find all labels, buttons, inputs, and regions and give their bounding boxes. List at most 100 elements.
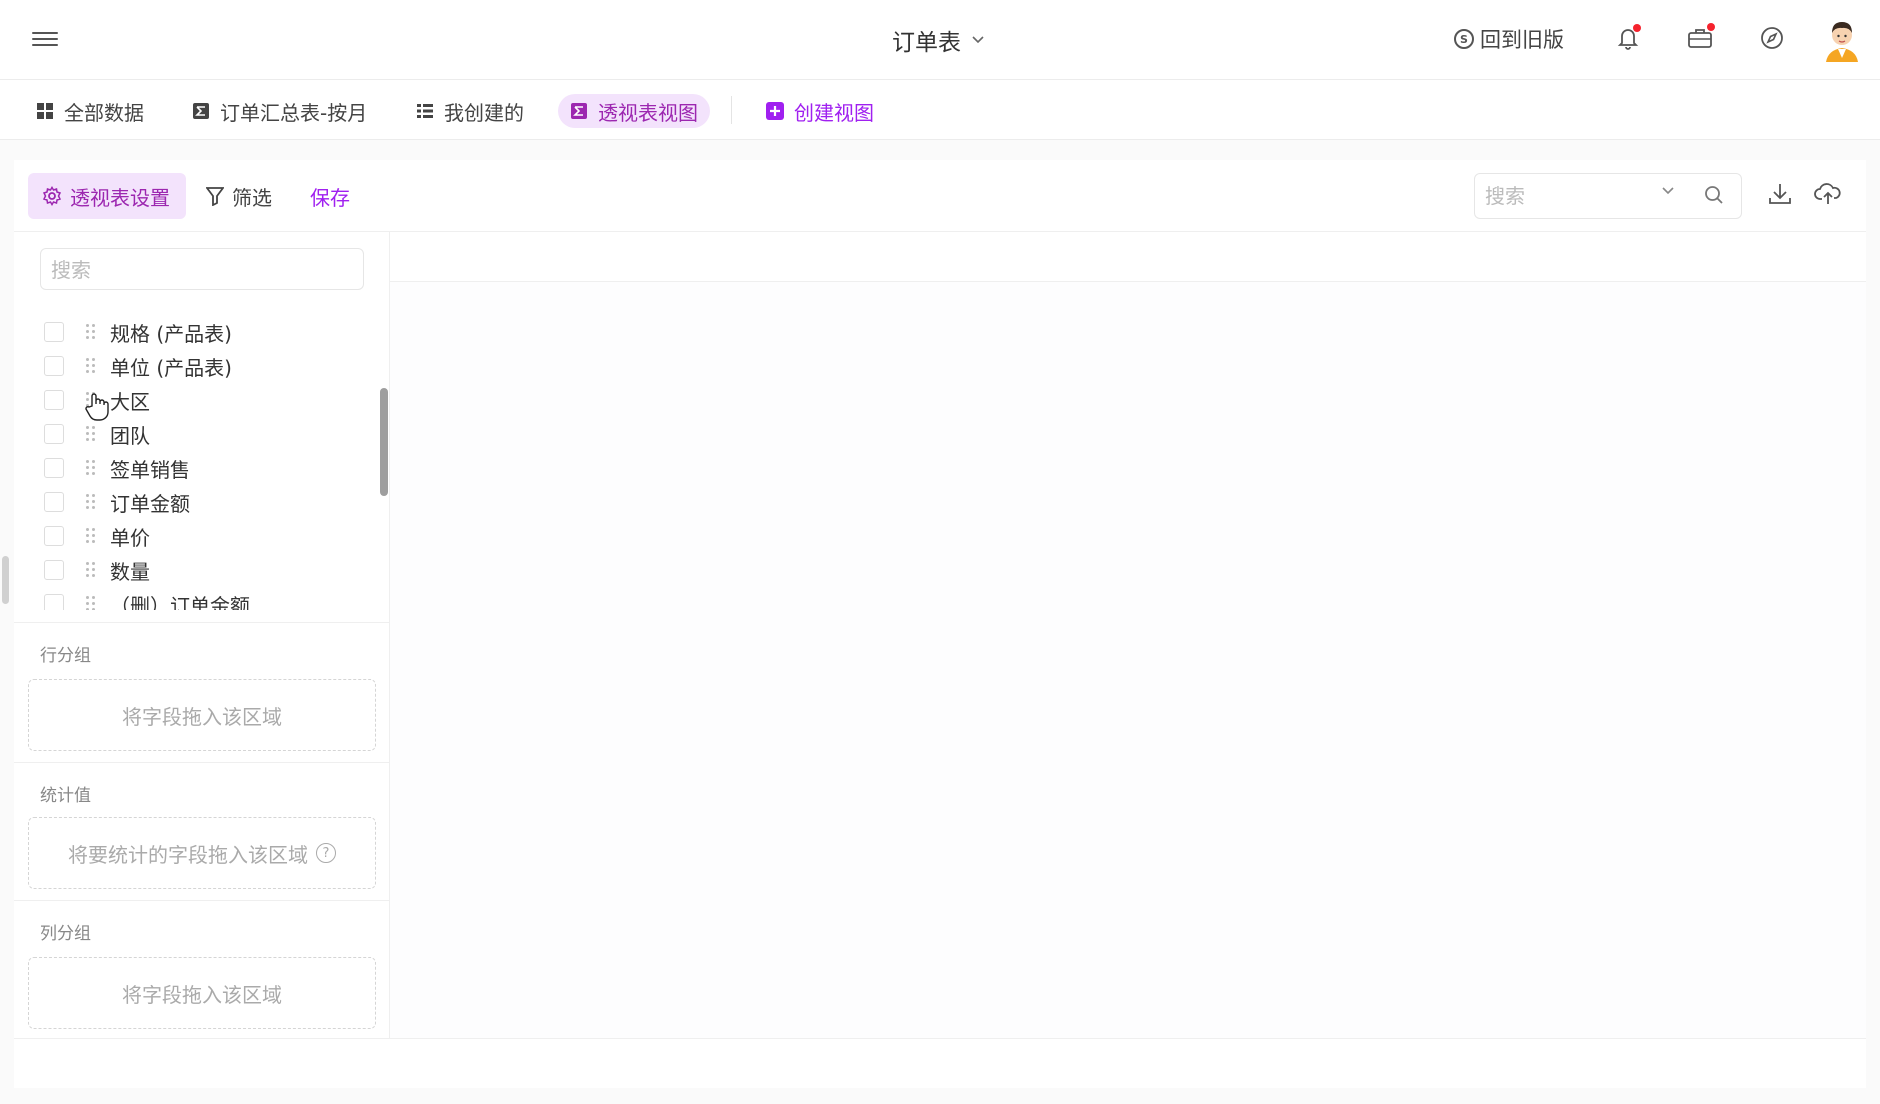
search-icon[interactable] [1703,184,1729,210]
field-label: 团队 [110,423,150,448]
bottom-bar [14,1038,1866,1088]
filter-button[interactable]: 筛选 [206,180,272,212]
field-search-input[interactable] [51,257,351,283]
notification-badge [1707,23,1715,31]
col-group-section: 列分组 将字段拖入该区域 [14,900,390,1038]
checkbox[interactable] [44,526,64,546]
tab-label: 透视表视图 [598,100,698,125]
hand-cursor-icon [84,392,110,422]
tab-pivot-view[interactable]: 透视表视图 [558,94,710,128]
sigma-icon [193,103,209,119]
plus-square-icon [766,102,784,120]
drag-handle-icon[interactable] [86,425,96,443]
save-button[interactable]: 保存 [310,180,350,212]
pivot-table-area [390,232,1866,1038]
tab-label: 创建视图 [794,100,874,125]
filter-icon [206,187,224,206]
back-to-old-label: 回到旧版 [1480,28,1564,52]
field-label: 数量 [110,559,150,584]
field-item[interactable]: 单位 (产品表) [44,350,364,382]
notification-badge [1633,24,1641,32]
drag-handle-icon[interactable] [86,357,96,375]
field-item[interactable]: 单价 [44,520,364,552]
switch-icon: S [1454,29,1474,49]
drag-handle-icon[interactable] [86,595,96,610]
checkbox[interactable] [44,356,64,376]
dropzone-placeholder: 将字段拖入该区域 [122,704,282,729]
pivot-settings-button[interactable]: 透视表设置 [28,173,186,219]
values-title: 统计值 [40,786,91,806]
field-search [40,248,364,290]
checkbox[interactable] [44,458,64,478]
tab-label: 全部数据 [64,100,144,125]
checkbox[interactable] [44,594,64,610]
pivot-settings-label: 透视表设置 [70,185,170,210]
col-group-dropzone[interactable]: 将字段拖入该区域 [28,957,376,1029]
page-title: 订单表 [892,30,961,56]
briefcase-icon[interactable] [1684,22,1716,54]
field-label: 订单金额 [110,491,190,516]
field-item[interactable]: （删）订单金额 [44,588,364,610]
field-label: （删）订单金额 [110,593,250,611]
download-icon[interactable] [1766,180,1796,210]
gear-icon [42,186,62,206]
field-list: 规格 (产品表) 单位 (产品表) 大区 团队 签单销售 订单金额 单价 数量 [14,294,390,610]
tab-created-by-me[interactable]: 我创建的 [404,94,536,128]
toolbar-search [1474,173,1742,219]
checkbox[interactable] [44,492,64,512]
field-item[interactable]: 订单金额 [44,486,364,518]
list-icon [417,104,433,118]
dropzone-placeholder: 将字段拖入该区域 [122,982,282,1007]
field-list-scrollbar[interactable] [380,388,388,496]
back-to-old-version-button[interactable]: S 回到旧版 [1454,24,1564,54]
drag-handle-icon[interactable] [86,527,96,545]
checkbox[interactable] [44,424,64,444]
top-header: 订单表 S 回到旧版 [0,0,1880,80]
field-label: 大区 [110,389,150,414]
panel-resize-handle[interactable] [2,556,9,604]
tab-all-data[interactable]: 全部数据 [24,94,156,128]
tab-label: 我创建的 [444,100,524,125]
create-view-button[interactable]: 创建视图 [754,94,886,128]
field-item[interactable]: 团队 [44,418,364,450]
view-tabs: 全部数据 订单汇总表-按月 我创建的 透视表视图 创建视图 [0,80,1880,140]
drag-handle-icon[interactable] [86,323,96,341]
help-icon[interactable]: ? [316,843,336,863]
row-group-title: 行分组 [40,646,91,666]
values-section: 统计值 将要统计的字段拖入该区域 ? [14,762,390,902]
field-label: 规格 (产品表) [110,321,232,346]
field-label: 单位 (产品表) [110,355,232,380]
col-group-title: 列分组 [40,924,91,944]
tab-divider [731,96,732,124]
upload-cloud-icon[interactable] [1814,180,1844,210]
menu-icon[interactable] [32,28,58,50]
dropzone-placeholder: 将要统计的字段拖入该区域 [68,842,308,867]
values-dropzone[interactable]: 将要统计的字段拖入该区域 ? [28,817,376,889]
chevron-down-icon[interactable] [1661,184,1675,200]
drag-handle-icon[interactable] [86,561,96,579]
field-label: 签单销售 [110,457,190,482]
drag-handle-icon[interactable] [86,459,96,477]
filter-label: 筛选 [232,185,272,210]
field-item[interactable]: 签单销售 [44,452,364,484]
sigma-icon [571,103,587,119]
field-label: 单价 [110,525,150,550]
pivot-table-header [390,232,1866,282]
checkbox[interactable] [44,390,64,410]
row-group-dropzone[interactable]: 将字段拖入该区域 [28,679,376,751]
grid-icon [37,103,53,119]
row-group-section: 行分组 将字段拖入该区域 [14,622,390,762]
search-input[interactable] [1485,182,1655,210]
checkbox[interactable] [44,560,64,580]
checkbox[interactable] [44,322,64,342]
table-title-dropdown[interactable]: 订单表 [892,24,985,56]
chevron-down-icon [971,33,985,49]
avatar[interactable] [1822,18,1862,62]
bell-icon[interactable] [1612,22,1644,54]
field-item[interactable]: 数量 [44,554,364,586]
compass-icon[interactable] [1756,22,1788,54]
tab-order-summary-monthly[interactable]: 订单汇总表-按月 [180,94,379,128]
tab-label: 订单汇总表-按月 [220,100,368,125]
field-item[interactable]: 规格 (产品表) [44,316,364,348]
drag-handle-icon[interactable] [86,493,96,511]
